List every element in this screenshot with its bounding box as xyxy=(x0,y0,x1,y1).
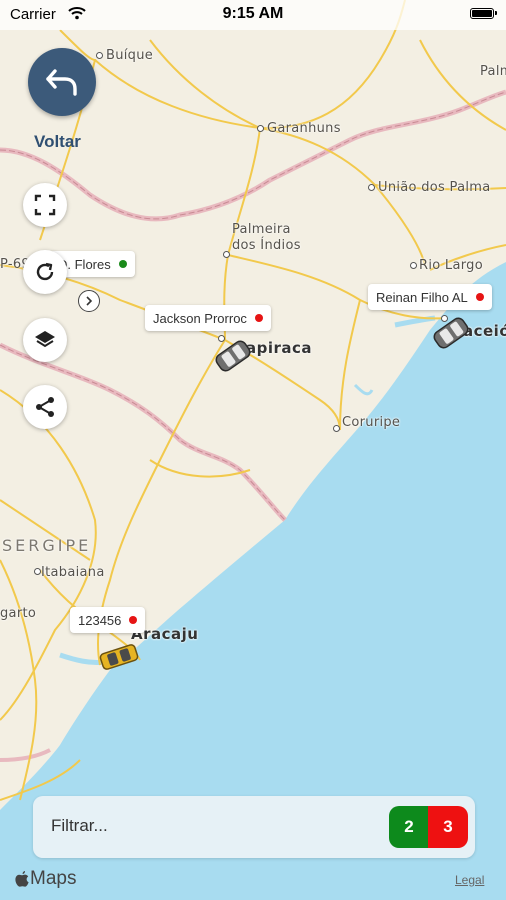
legal-link[interactable]: Legal xyxy=(455,873,484,887)
vehicle-tag[interactable]: Reinan Filho AL xyxy=(368,284,492,310)
car-icon[interactable] xyxy=(428,313,474,353)
city-dot xyxy=(257,125,264,132)
maps-attribution: Maps xyxy=(14,868,76,890)
car-icon[interactable] xyxy=(96,640,142,674)
status-dot xyxy=(254,314,263,322)
back-button[interactable] xyxy=(28,48,96,116)
vehicle-name: 123456 xyxy=(78,612,122,628)
share-icon xyxy=(36,397,54,417)
offline-count-button[interactable]: 3 xyxy=(428,806,468,848)
status-bar: Carrier 9:15 AM xyxy=(0,0,506,30)
fullscreen-button[interactable] xyxy=(23,183,67,227)
vehicle-details-button[interactable] xyxy=(78,290,100,312)
map-label-buique: Buíque xyxy=(106,48,154,63)
map-screen: Buíque Garanhuns Palm União dos Palma Pa… xyxy=(0,0,506,900)
vehicle-name: Reinan Filho AL xyxy=(376,289,468,305)
map-label-palmares: Palm xyxy=(480,64,506,79)
fullscreen-icon xyxy=(34,194,56,216)
share-button[interactable] xyxy=(23,385,67,429)
map-label-coruripe: Coruripe xyxy=(342,415,401,430)
status-dot xyxy=(118,260,127,268)
online-count-button[interactable]: 2 xyxy=(389,806,429,848)
battery-icon xyxy=(470,8,497,19)
map-label-uniao: União dos Palma xyxy=(378,180,491,195)
vehicle-tag[interactable]: 123456 xyxy=(70,607,146,633)
refresh-icon xyxy=(36,262,54,281)
refresh-button[interactable] xyxy=(23,250,67,294)
city-dot xyxy=(223,251,230,258)
apple-icon xyxy=(15,871,29,887)
back-label[interactable]: Voltar xyxy=(34,132,81,152)
status-dot xyxy=(129,616,138,624)
filter-bar: 2 3 xyxy=(33,796,475,858)
map-label-palmeira-1: Palmeira xyxy=(232,222,291,237)
vehicle-tag[interactable]: Jackson Prorroc xyxy=(145,305,271,331)
map-label-rio-largo: Rio Largo xyxy=(419,258,483,273)
filter-input[interactable] xyxy=(51,816,351,836)
map-label-sergipe: SERGIPE xyxy=(2,536,92,555)
map-label-itabaiana: Itabaiana xyxy=(41,565,105,580)
car-icon[interactable] xyxy=(210,336,256,376)
status-dot xyxy=(475,293,484,301)
city-dot xyxy=(368,184,375,191)
back-arrow-icon xyxy=(46,69,77,96)
city-dot xyxy=(333,425,340,432)
city-dot xyxy=(410,262,417,269)
vehicle-name: Jackson Prorroc xyxy=(153,310,247,326)
layers-button[interactable] xyxy=(23,318,67,362)
status-time: 9:15 AM xyxy=(222,5,284,22)
map-label-garanhuns: Garanhuns xyxy=(267,121,341,136)
city-dot xyxy=(34,568,41,575)
map-label-lagarto: garto xyxy=(0,606,37,621)
city-dot xyxy=(96,52,103,59)
layers-icon xyxy=(35,331,55,348)
map-label-palmeira-2: dos Índios xyxy=(232,238,301,253)
chevron-right-icon xyxy=(86,296,93,306)
maps-label: Maps xyxy=(30,868,77,889)
